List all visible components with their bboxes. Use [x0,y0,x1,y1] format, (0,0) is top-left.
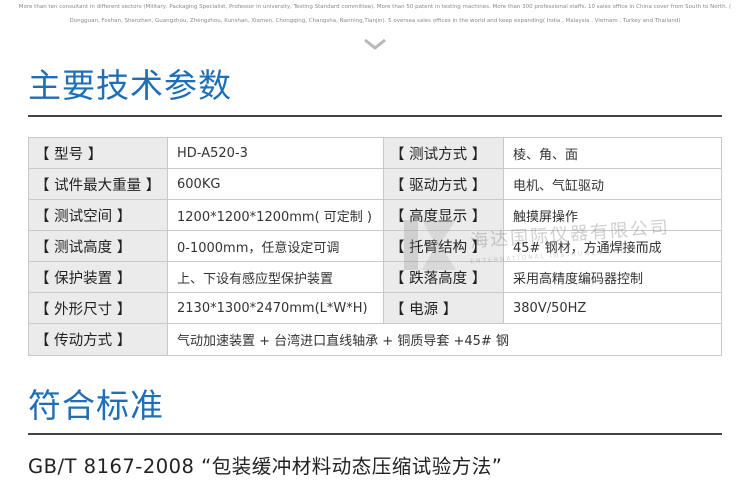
table-row: 【 型号 】 HD-A520-3 【 测试方式 】 棱、角、面 [29,138,721,169]
param-label: 【 型号 】 [29,138,168,168]
standard-reference: GB/T 8167-2008 “包装缓冲材料动态压缩试验方法” [28,455,503,478]
param-label: 【 跌落高度 】 [384,262,504,292]
intro-line-1: More than ten consultant in different se… [18,4,732,10]
param-label: 【 传动方式 】 [29,324,168,355]
param-label: 【 外形尺寸 】 [29,293,168,323]
section-divider [28,433,722,435]
param-label: 【 测试高度 】 [29,231,168,261]
param-value: 采用高精度编码器控制 [504,262,721,292]
param-value: 上、下设有感应型保护装置 [168,262,384,292]
param-value: 棱、角、面 [504,138,721,168]
param-value: 2130*1300*2470mm(L*W*H) [168,293,384,323]
param-label: 【 测试方式 】 [384,138,504,168]
param-value: HD-A520-3 [168,138,384,168]
intro-line-2: Dongguan, Foshan, Shenzhen, Guangzhou, Z… [69,18,681,24]
param-value: 600KG [168,169,384,199]
table-row: 【 测试高度 】 0-1000mm，任意设定可调 【 托臂结构 】 45# 钢材… [29,231,721,262]
section-title-params: 主要技术参数 [28,66,232,105]
param-value: 触摸屏操作 [504,200,721,230]
chevron-down-icon [364,38,386,50]
param-label: 【 保护装置 】 [29,262,168,292]
param-value: 电机、气缸驱动 [504,169,721,199]
param-label: 【 电源 】 [384,293,504,323]
param-value: 气动加速装置 + 台湾进口直线轴承 + 铜质导套 +45# 钢 [168,324,721,355]
table-row: 【 试件最大重量 】 600KG 【 驱动方式 】 电机、气缸驱动 [29,169,721,200]
param-value: 45# 钢材，方通焊接而成 [504,231,721,261]
table-row: 【 测试空间 】 1200*1200*1200mm( 可定制 ) 【 高度显示 … [29,200,721,231]
params-table: 【 型号 】 HD-A520-3 【 测试方式 】 棱、角、面 【 试件最大重量… [28,137,722,356]
param-value: 1200*1200*1200mm( 可定制 ) [168,200,384,230]
table-row: 【 保护装置 】 上、下设有感应型保护装置 【 跌落高度 】 采用高精度编码器控… [29,262,721,293]
table-row: 【 传动方式 】 气动加速装置 + 台湾进口直线轴承 + 铜质导套 +45# 钢 [29,324,721,355]
param-value: 0-1000mm，任意设定可调 [168,231,384,261]
param-label: 【 测试空间 】 [29,200,168,230]
param-label: 【 驱动方式 】 [384,169,504,199]
param-value: 380V/50HZ [504,293,721,323]
param-label: 【 高度显示 】 [384,200,504,230]
table-row: 【 外形尺寸 】 2130*1300*2470mm(L*W*H) 【 电源 】 … [29,293,721,324]
param-label: 【 托臂结构 】 [384,231,504,261]
section-title-standard: 符合标准 [28,386,164,425]
section-divider [28,115,722,117]
param-label: 【 试件最大重量 】 [29,169,168,199]
